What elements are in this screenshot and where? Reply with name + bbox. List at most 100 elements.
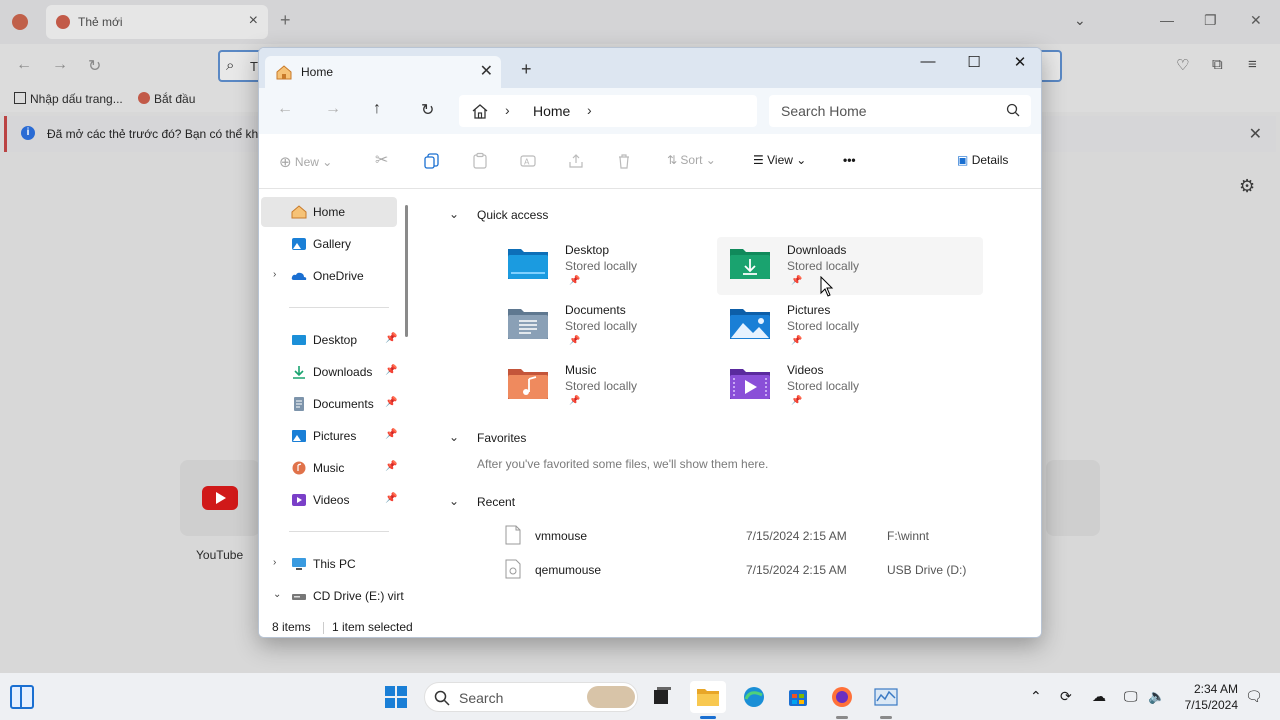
explorer-new-tab-icon[interactable]: + — [521, 59, 532, 80]
up-arrow-icon[interactable]: ↑ — [373, 100, 381, 118]
sort-button[interactable]: ⇅ Sort ⌄ — [667, 153, 716, 167]
firefox-tab[interactable]: Thẻ mới × — [46, 5, 268, 39]
firefox-taskbar-icon[interactable] — [824, 681, 860, 719]
collapse-chevron-icon[interactable]: ⌄ — [449, 207, 459, 221]
breadcrumb-home[interactable]: Home — [533, 103, 570, 119]
svg-text:A: A — [524, 158, 530, 167]
taskbar-clock-date[interactable]: 7/15/2024 — [1180, 698, 1238, 712]
widgets-icon[interactable] — [10, 685, 34, 709]
section-recent[interactable]: Recent — [477, 495, 515, 509]
notifications-icon[interactable]: 🗨 — [1245, 688, 1263, 705]
task-view-icon[interactable] — [644, 681, 680, 713]
volume-icon[interactable]: 🔈 — [1148, 688, 1165, 705]
show-hidden-icons-chevron-icon[interactable]: ⌃ — [1030, 688, 1042, 705]
taskbar-search-box[interactable]: Search — [424, 682, 638, 712]
forward-arrow-icon[interactable]: → — [325, 100, 341, 118]
firefox-back-icon[interactable]: ← — [16, 56, 32, 74]
onedrive-offline-icon[interactable]: ☁ — [1092, 688, 1106, 705]
paste-icon[interactable] — [471, 152, 489, 170]
notification-text: Đã mở các thẻ trước đó? Bạn có thể khôi — [47, 127, 268, 141]
taskbar-clock-time[interactable]: 2:34 AM — [1180, 682, 1238, 696]
back-arrow-icon[interactable]: ← — [277, 100, 293, 118]
new-plus-icon: ⊕ — [279, 154, 292, 171]
more-options-icon[interactable]: ••• — [843, 153, 856, 167]
sidebar-item-downloads[interactable]: Downloads 📌 — [261, 357, 397, 387]
section-quick-access[interactable]: Quick access — [477, 208, 548, 222]
sidebar-item-this-pc[interactable]: › This PC — [261, 549, 397, 579]
edge-icon — [744, 687, 764, 707]
explorer-tab-close-icon[interactable]: ✕ — [480, 61, 493, 81]
explorer-maximize-icon[interactable]: ☐ — [951, 53, 997, 71]
rename-icon[interactable]: A — [519, 152, 537, 170]
recent-file-row[interactable]: qemumouse 7/15/2024 2:15 AM USB Drive (D… — [505, 557, 1035, 581]
collapse-chevron-icon[interactable]: ⌄ — [449, 494, 459, 508]
sidebar-item-videos[interactable]: Videos 📌 — [261, 485, 397, 515]
firefox-icon — [832, 687, 852, 707]
store-taskbar-icon[interactable] — [780, 681, 816, 713]
sidebar-item-home[interactable]: Home — [261, 197, 397, 227]
firefox-restore-icon[interactable]: ❐ — [1204, 12, 1217, 29]
edge-taskbar-icon[interactable] — [736, 681, 772, 713]
collapse-chevron-icon[interactable]: ⌄ — [273, 589, 281, 600]
sidebar-item-documents[interactable]: Documents 📌 — [261, 389, 397, 419]
hamburger-menu-icon[interactable]: ≡ — [1248, 56, 1257, 73]
import-icon — [14, 92, 26, 104]
quick-access-videos[interactable]: Videos Stored locally 📌 — [717, 357, 983, 415]
firefox-menu-icon[interactable] — [12, 14, 28, 30]
firefox-minimize-icon[interactable]: — — [1160, 12, 1174, 28]
sync-alert-icon[interactable]: ⟳ — [1060, 688, 1072, 705]
network-icon[interactable]: 🖵 — [1124, 688, 1138, 705]
recent-file-row[interactable]: vmmouse 7/15/2024 2:15 AM F:\winnt — [505, 523, 1035, 547]
pocket-icon[interactable]: ♡ — [1176, 56, 1189, 74]
delete-icon[interactable] — [615, 152, 633, 170]
quick-access-downloads[interactable]: Downloads Stored locally 📌 — [717, 237, 983, 295]
pin-icon: 📌 — [791, 275, 803, 285]
explorer-tab-home[interactable]: Home ✕ — [265, 56, 501, 88]
resource-monitor-taskbar-icon[interactable] — [868, 681, 904, 719]
bookmark-getting-started[interactable]: Bắt đầu — [138, 92, 195, 106]
quick-access-pictures[interactable]: Pictures Stored locally 📌 — [717, 297, 983, 355]
pin-icon: 📌 — [385, 461, 398, 472]
sidebar-scrollbar[interactable] — [405, 205, 408, 337]
music-icon — [292, 461, 306, 475]
breadcrumb-chevron-icon[interactable]: › — [587, 102, 592, 118]
explorer-search-input[interactable]: Search Home — [769, 95, 1031, 127]
firefox-reload-icon[interactable]: ↻ — [88, 56, 101, 76]
firefox-tab-list-icon[interactable]: ⌄ — [1074, 12, 1086, 29]
firefox-tab-close-icon[interactable]: × — [249, 12, 258, 30]
share-icon[interactable] — [567, 152, 585, 170]
newtab-settings-gear-icon[interactable]: ⚙ — [1239, 176, 1255, 197]
shortcut-tile-youtube[interactable] — [180, 460, 260, 536]
sidebar-item-cd-drive[interactable]: ⌄ CD Drive (E:) virt — [261, 581, 404, 611]
explorer-close-icon[interactable]: ✕ — [997, 53, 1041, 71]
new-button[interactable]: ⊕ New ⌄ — [279, 153, 332, 171]
expand-chevron-icon[interactable]: › — [273, 557, 276, 568]
folder-icon — [697, 689, 719, 706]
sidebar-item-pictures[interactable]: Pictures 📌 — [261, 421, 397, 451]
file-explorer-taskbar-icon[interactable] — [690, 681, 726, 719]
collapse-chevron-icon[interactable]: ⌄ — [449, 430, 459, 444]
bookmark-import[interactable]: Nhập dấu trang... — [14, 92, 123, 106]
firefox-new-tab-icon[interactable]: + — [280, 10, 291, 31]
details-button[interactable]: ▣ Details — [957, 153, 1008, 167]
extensions-icon[interactable]: ⧉ — [1212, 56, 1223, 73]
expand-chevron-icon[interactable]: › — [273, 269, 276, 280]
copy-icon[interactable] — [423, 152, 441, 170]
shortcut-label-youtube: YouTube — [196, 548, 244, 562]
notification-close-icon[interactable]: ✕ — [1249, 124, 1262, 144]
explorer-minimize-icon[interactable]: — — [905, 53, 951, 70]
sidebar-item-music[interactable]: Music 📌 — [261, 453, 397, 483]
shortcut-tile[interactable] — [1046, 460, 1100, 536]
firefox-close-icon[interactable]: ✕ — [1250, 12, 1262, 29]
cut-icon[interactable]: ✂ — [375, 150, 388, 170]
sidebar-item-gallery[interactable]: Gallery — [261, 229, 397, 259]
sidebar-item-onedrive[interactable]: › OneDrive — [261, 261, 397, 291]
section-favorites[interactable]: Favorites — [477, 431, 526, 445]
firefox-forward-icon[interactable]: → — [52, 56, 68, 74]
refresh-icon[interactable]: ↻ — [421, 100, 434, 120]
sidebar-item-desktop[interactable]: Desktop 📌 — [261, 325, 397, 355]
breadcrumb[interactable]: › Home › — [459, 95, 757, 127]
start-windows-icon[interactable] — [385, 686, 407, 708]
view-button[interactable]: ☰ View ⌄ — [753, 153, 806, 167]
explorer-status-bar: 8 items 1 item selected — [259, 619, 1041, 637]
